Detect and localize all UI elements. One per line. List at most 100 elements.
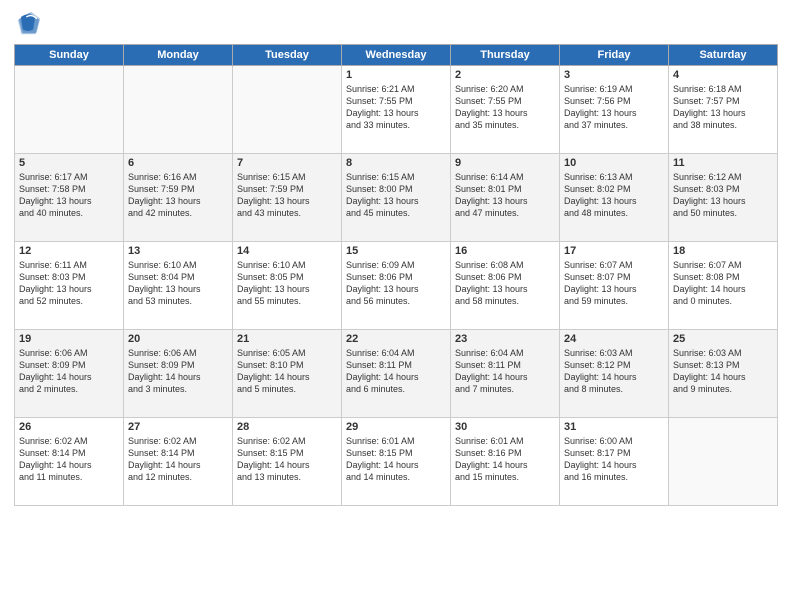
day-number: 21 <box>237 333 337 345</box>
day-number: 9 <box>455 157 555 169</box>
calendar-cell: 19 Sunrise: 6:06 AM Sunset: 8:09 PM Dayli… <box>15 330 124 418</box>
calendar-cell: 1 Sunrise: 6:21 AM Sunset: 7:55 PM Daylig… <box>342 66 451 154</box>
cell-content: Sunrise: 6:04 AM Sunset: 8:11 PM Dayligh… <box>346 347 446 396</box>
cell-content: Sunrise: 6:13 AM Sunset: 8:02 PM Dayligh… <box>564 171 664 220</box>
calendar-cell: 10 Sunrise: 6:13 AM Sunset: 8:02 PM Dayli… <box>560 154 669 242</box>
weekday-header-tuesday: Tuesday <box>233 45 342 66</box>
calendar-cell: 26Sunrise: 6:02 AM Sunset: 8:14 PM Dayli… <box>15 418 124 506</box>
cell-content: Sunrise: 6:02 AM Sunset: 8:15 PM Dayligh… <box>237 435 337 484</box>
calendar-cell: 5 Sunrise: 6:17 AM Sunset: 7:58 PM Daylig… <box>15 154 124 242</box>
calendar-cell: 29 Sunrise: 6:01 AM Sunset: 8:15 PM Dayli… <box>342 418 451 506</box>
calendar-cell: 20Sunrise: 6:06 AM Sunset: 8:09 PM Dayli… <box>124 330 233 418</box>
cell-content: Sunrise: 6:12 AM Sunset: 8:03 PM Dayligh… <box>673 171 773 220</box>
calendar-cell: 7 Sunrise: 6:15 AM Sunset: 7:59 PM Daylig… <box>233 154 342 242</box>
weekday-header-sunday: Sunday <box>15 45 124 66</box>
day-number: 22 <box>346 333 446 345</box>
weekday-header-wednesday: Wednesday <box>342 45 451 66</box>
calendar-cell: 22 Sunrise: 6:04 AM Sunset: 8:11 PM Dayli… <box>342 330 451 418</box>
calendar-cell: 25 Sunrise: 6:03 AM Sunset: 8:13 PM Dayli… <box>669 330 778 418</box>
calendar-cell <box>669 418 778 506</box>
cell-content: Sunrise: 6:14 AM Sunset: 8:01 PM Dayligh… <box>455 171 555 220</box>
cell-content: Sunrise: 6:17 AM Sunset: 7:58 PM Dayligh… <box>19 171 119 220</box>
day-number: 24 <box>564 333 664 345</box>
week-row-1: 1 Sunrise: 6:21 AM Sunset: 7:55 PM Daylig… <box>15 66 778 154</box>
day-number: 3 <box>564 69 664 81</box>
day-number: 14 <box>237 245 337 257</box>
cell-content: Sunrise: 6:09 AM Sunset: 8:06 PM Dayligh… <box>346 259 446 308</box>
header <box>14 10 778 38</box>
calendar-cell: 4 Sunrise: 6:18 AM Sunset: 7:57 PM Daylig… <box>669 66 778 154</box>
weekday-header-monday: Monday <box>124 45 233 66</box>
calendar-cell: 27 Sunrise: 6:02 AM Sunset: 8:14 PM Dayli… <box>124 418 233 506</box>
calendar-cell: 11 Sunrise: 6:12 AM Sunset: 8:03 PM Dayli… <box>669 154 778 242</box>
logo <box>14 10 46 38</box>
day-number: 26 <box>19 421 119 433</box>
day-number: 18 <box>673 245 773 257</box>
day-number: 10 <box>564 157 664 169</box>
calendar-cell: 30 Sunrise: 6:01 AM Sunset: 8:16 PM Dayli… <box>451 418 560 506</box>
calendar-cell: 24 Sunrise: 6:03 AM Sunset: 8:12 PM Dayli… <box>560 330 669 418</box>
calendar-cell: 17 Sunrise: 6:07 AM Sunset: 8:07 PM Dayli… <box>560 242 669 330</box>
calendar-cell <box>124 66 233 154</box>
cell-content: Sunrise: 6:01 AM Sunset: 8:15 PM Dayligh… <box>346 435 446 484</box>
calendar-cell: 21Sunrise: 6:05 AM Sunset: 8:10 PM Dayli… <box>233 330 342 418</box>
week-row-5: 26 Sunrise: 6:02 AM Sunset: 8:14 PM Dayli… <box>15 418 778 506</box>
day-number: 29 <box>346 421 446 433</box>
calendar-cell: 8Sunrise: 6:15 AM Sunset: 8:00 PM Daylig… <box>342 154 451 242</box>
cell-content: Sunrise: 6:19 AM Sunset: 7:56 PM Dayligh… <box>564 83 664 132</box>
day-number: 13 <box>128 245 228 257</box>
day-number: 25 <box>673 333 773 345</box>
day-number: 27 <box>128 421 228 433</box>
cell-content: Sunrise: 6:15 AM Sunset: 8:00 PM Dayligh… <box>346 171 446 220</box>
cell-content: Sunrise: 6:08 AM Sunset: 8:06 PM Dayligh… <box>455 259 555 308</box>
cell-content: Sunrise: 6:07 AM Sunset: 8:07 PM Dayligh… <box>564 259 664 308</box>
day-number: 4 <box>673 69 773 81</box>
calendar-cell: 14 Sunrise: 6:10 AM Sunset: 8:05 PM Dayli… <box>233 242 342 330</box>
logo-icon <box>14 10 42 38</box>
cell-content: Sunrise: 6:18 AM Sunset: 7:57 PM Dayligh… <box>673 83 773 132</box>
weekday-header-friday: Friday <box>560 45 669 66</box>
day-number: 17 <box>564 245 664 257</box>
cell-content: Sunrise: 6:02 AM Sunset: 8:14 PM Dayligh… <box>128 435 228 484</box>
calendar-cell: 3 Sunrise: 6:19 AM Sunset: 7:56 PM Daylig… <box>560 66 669 154</box>
day-number: 28 <box>237 421 337 433</box>
day-number: 12 <box>19 245 119 257</box>
day-number: 2 <box>455 69 555 81</box>
cell-content: Sunrise: 6:06 AM Sunset: 8:09 PM Dayligh… <box>128 347 228 396</box>
day-number: 16 <box>455 245 555 257</box>
cell-content: Sunrise: 6:20 AM Sunset: 7:55 PM Dayligh… <box>455 83 555 132</box>
day-number: 1 <box>346 69 446 81</box>
calendar-cell: 23 Sunrise: 6:04 AM Sunset: 8:11 PM Dayli… <box>451 330 560 418</box>
day-number: 19 <box>19 333 119 345</box>
day-number: 11 <box>673 157 773 169</box>
day-number: 7 <box>237 157 337 169</box>
calendar-cell: 9 Sunrise: 6:14 AM Sunset: 8:01 PM Daylig… <box>451 154 560 242</box>
day-number: 5 <box>19 157 119 169</box>
cell-content: Sunrise: 6:01 AM Sunset: 8:16 PM Dayligh… <box>455 435 555 484</box>
cell-content: Sunrise: 6:03 AM Sunset: 8:13 PM Dayligh… <box>673 347 773 396</box>
day-number: 6 <box>128 157 228 169</box>
calendar-cell: 16 Sunrise: 6:08 AM Sunset: 8:06 PM Dayli… <box>451 242 560 330</box>
weekday-header-row: SundayMondayTuesdayWednesdayThursdayFrid… <box>15 45 778 66</box>
calendar-cell: 13 Sunrise: 6:10 AM Sunset: 8:04 PM Dayli… <box>124 242 233 330</box>
weekday-header-thursday: Thursday <box>451 45 560 66</box>
week-row-2: 5 Sunrise: 6:17 AM Sunset: 7:58 PM Daylig… <box>15 154 778 242</box>
cell-content: Sunrise: 6:10 AM Sunset: 8:05 PM Dayligh… <box>237 259 337 308</box>
cell-content: Sunrise: 6:04 AM Sunset: 8:11 PM Dayligh… <box>455 347 555 396</box>
calendar-cell: 6Sunrise: 6:16 AM Sunset: 7:59 PM Daylig… <box>124 154 233 242</box>
weekday-header-saturday: Saturday <box>669 45 778 66</box>
cell-content: Sunrise: 6:03 AM Sunset: 8:12 PM Dayligh… <box>564 347 664 396</box>
day-number: 15 <box>346 245 446 257</box>
calendar-cell: 28 Sunrise: 6:02 AM Sunset: 8:15 PM Dayli… <box>233 418 342 506</box>
cell-content: Sunrise: 6:21 AM Sunset: 7:55 PM Dayligh… <box>346 83 446 132</box>
calendar-cell: 31Sunrise: 6:00 AM Sunset: 8:17 PM Dayli… <box>560 418 669 506</box>
cell-content: Sunrise: 6:00 AM Sunset: 8:17 PM Dayligh… <box>564 435 664 484</box>
cell-content: Sunrise: 6:15 AM Sunset: 7:59 PM Dayligh… <box>237 171 337 220</box>
cell-content: Sunrise: 6:10 AM Sunset: 8:04 PM Dayligh… <box>128 259 228 308</box>
week-row-4: 19 Sunrise: 6:06 AM Sunset: 8:09 PM Dayli… <box>15 330 778 418</box>
day-number: 23 <box>455 333 555 345</box>
calendar-cell <box>15 66 124 154</box>
cell-content: Sunrise: 6:06 AM Sunset: 8:09 PM Dayligh… <box>19 347 119 396</box>
calendar-cell: 18Sunrise: 6:07 AM Sunset: 8:08 PM Dayli… <box>669 242 778 330</box>
day-number: 30 <box>455 421 555 433</box>
